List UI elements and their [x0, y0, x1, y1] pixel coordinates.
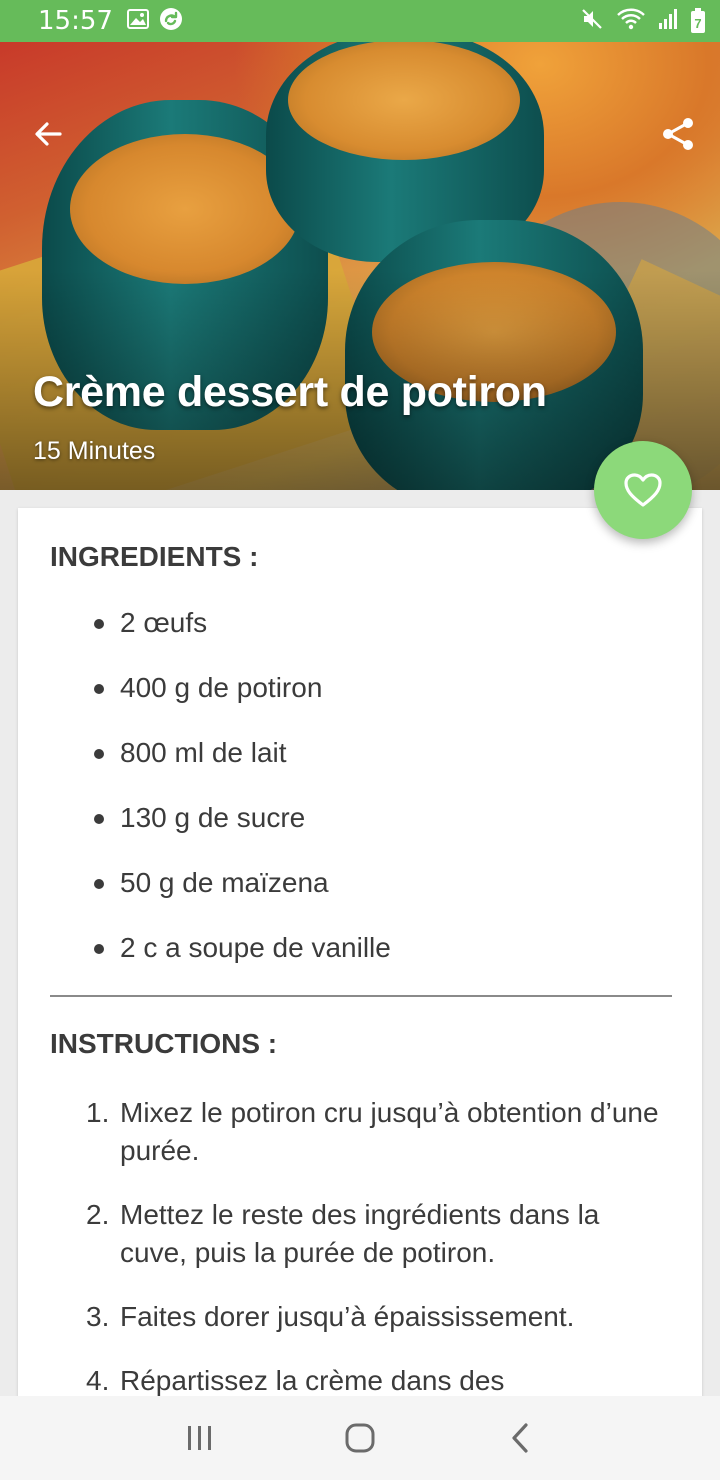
nav-back-button[interactable] [490, 1408, 550, 1468]
bullet [94, 684, 104, 694]
ingredient-text: 2 c a soupe de vanille [120, 932, 391, 963]
ingredient-text: 2 œufs [120, 607, 208, 638]
step-number: 1. [86, 1097, 110, 1128]
ingredient-text: 130 g de sucre [120, 802, 306, 833]
heart-outline-icon [624, 473, 662, 507]
home-button[interactable] [330, 1408, 390, 1468]
share-icon [663, 118, 693, 150]
recipe-hero-image: Crème dessert de potiron 15 Minutes [0, 42, 720, 490]
bullet [94, 619, 104, 629]
wifi-icon [616, 7, 646, 36]
signal-icon [658, 8, 678, 35]
list-item: 400 g de potiron [18, 671, 702, 736]
recipe-title: Crème dessert de potiron [33, 368, 547, 416]
mute-icon [580, 7, 604, 36]
recent-apps-icon [188, 1426, 211, 1450]
list-item: 800 ml de lait [18, 736, 702, 801]
ingredient-text: 50 g de maïzena [120, 867, 329, 898]
recent-apps-button[interactable] [170, 1408, 230, 1468]
home-icon [345, 1423, 375, 1453]
step-number: 2. [86, 1199, 110, 1230]
system-nav-bar [0, 1396, 720, 1480]
bullet [94, 749, 104, 759]
bullet [94, 879, 104, 889]
step-text: Mixez le potiron cru jusqu’à obtention d… [120, 1097, 659, 1166]
step-number: 4. [86, 1365, 110, 1396]
bullet [94, 814, 104, 824]
share-button[interactable] [654, 110, 702, 158]
battery-icon: 7 [690, 8, 706, 34]
step-text: Faites dorer jusqu’à épaississement. [120, 1301, 575, 1332]
section-divider [50, 995, 672, 997]
status-bar: 15:57 7 [0, 0, 720, 42]
status-time: 15:57 [38, 6, 113, 36]
step-number: 3. [86, 1301, 110, 1332]
instruction-step: 3. Faites dorer jusqu’à épaississement. [18, 1298, 702, 1336]
back-button[interactable] [26, 112, 70, 156]
sync-app-icon [159, 7, 183, 36]
step-text: Répartissez la crème dans des [120, 1365, 505, 1396]
arrow-left-icon [35, 122, 62, 146]
back-icon [512, 1423, 528, 1453]
bullet [94, 944, 104, 954]
ingredient-text: 800 ml de lait [120, 737, 287, 768]
instruction-step: 4. Répartissez la crème dans des [18, 1362, 702, 1400]
step-text: Mettez le reste des ingrédients dans la … [120, 1199, 600, 1268]
list-item: 2 c a soupe de vanille [18, 931, 702, 996]
recipe-card: INGREDIENTS : 2 œufs 400 g de potiron 80… [18, 508, 702, 1408]
instruction-step: 1. Mixez le potiron cru jusqu’à obtention… [18, 1094, 702, 1170]
instructions-list: 1. Mixez le potiron cru jusqu’à obtention… [18, 1094, 702, 1426]
ingredients-heading: INGREDIENTS : [50, 541, 259, 572]
list-item: 130 g de sucre [18, 801, 702, 866]
instruction-step: 2. Mettez le reste des ingrédients dans l… [18, 1196, 702, 1272]
recipe-duration: 15 Minutes [33, 437, 156, 465]
list-item: 2 œufs [18, 606, 702, 671]
instructions-heading: INSTRUCTIONS : [50, 1028, 278, 1059]
list-item: 50 g de maïzena [18, 866, 702, 931]
ingredients-list: 2 œufs 400 g de potiron 800 ml de lait 1… [18, 606, 702, 996]
ingredient-text: 400 g de potiron [120, 672, 323, 703]
favorite-button[interactable] [594, 441, 692, 539]
battery-level: 7 [694, 16, 702, 31]
gallery-icon [126, 8, 149, 34]
